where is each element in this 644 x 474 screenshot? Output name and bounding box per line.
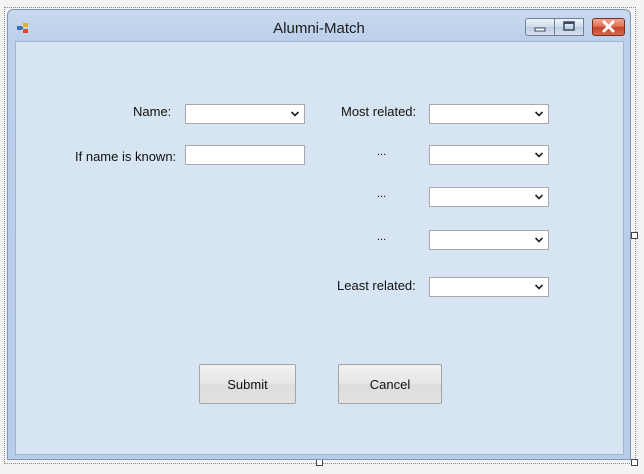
- least-related-label: Least related:: [337, 278, 416, 293]
- rank-3-combobox[interactable]: [429, 187, 549, 207]
- close-button[interactable]: [592, 18, 625, 36]
- minimize-icon: [534, 27, 546, 32]
- rank-4-label: ...: [377, 231, 387, 243]
- chevron-down-icon: [534, 152, 544, 158]
- chevron-down-icon: [534, 194, 544, 200]
- maximize-icon: [563, 21, 575, 31]
- close-icon: [602, 20, 615, 33]
- chevron-down-icon: [534, 237, 544, 243]
- rank-3-label: ...: [377, 188, 387, 200]
- most-related-combobox[interactable]: [429, 104, 549, 124]
- if-name-known-label: If name is known:: [75, 149, 177, 164]
- chevron-down-icon: [534, 111, 544, 117]
- submit-button[interactable]: Submit: [199, 364, 296, 404]
- form-window: Alumni-Match Name: If name is known: Mos…: [7, 9, 631, 460]
- most-related-label: Most related:: [341, 104, 417, 119]
- resize-handle-right[interactable]: [631, 232, 638, 239]
- chevron-down-icon: [534, 284, 544, 290]
- resize-handle-corner[interactable]: [631, 459, 638, 466]
- cancel-button[interactable]: Cancel: [338, 364, 442, 404]
- if-name-known-field[interactable]: [185, 145, 305, 165]
- chevron-down-icon: [290, 111, 300, 117]
- minimize-button[interactable]: [525, 18, 555, 36]
- name-label: Name:: [133, 104, 172, 119]
- rank-2-combobox[interactable]: [429, 145, 549, 165]
- title-bar[interactable]: Alumni-Match: [8, 10, 630, 42]
- maximize-button[interactable]: [554, 18, 584, 36]
- form-client-area: Name: If name is known: Most related: ..…: [15, 41, 624, 455]
- name-combobox[interactable]: [185, 104, 305, 124]
- rank-4-combobox[interactable]: [429, 230, 549, 250]
- resize-handle-bottom[interactable]: [316, 459, 323, 466]
- rank-2-label: ...: [377, 146, 387, 158]
- least-related-combobox[interactable]: [429, 277, 549, 297]
